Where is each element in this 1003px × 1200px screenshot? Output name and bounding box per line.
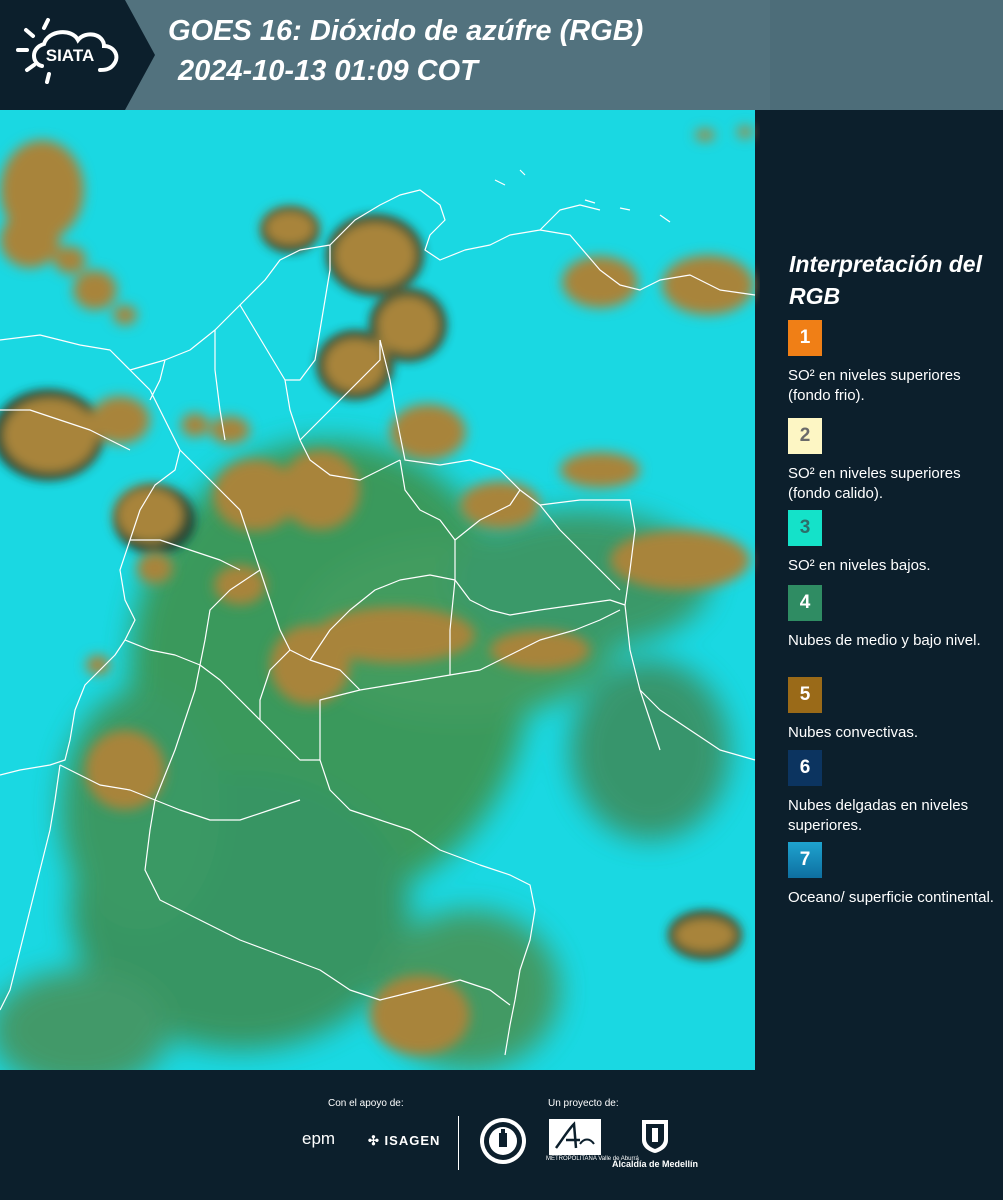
isagen-logo: ✣ ISAGEN <box>368 1133 440 1149</box>
epm-logo: epm <box>302 1129 336 1148</box>
medellin-seal-icon <box>480 1118 526 1164</box>
footer: Con el apoyo de: Un proyecto de: epm ✣ I… <box>0 1070 1003 1200</box>
support-label: Con el apoyo de: <box>328 1098 404 1109</box>
legend-item-7: 7 Oceano/ superficie continental. <box>788 842 998 908</box>
legend-swatch: 4 <box>788 585 822 621</box>
alcaldia-shield-icon <box>642 1120 668 1153</box>
legend-item-2: 2 SO² en niveles superiores (fondo calid… <box>788 418 998 504</box>
isagen-logo-text: ISAGEN <box>384 1133 441 1148</box>
legend-item-6: 6 Nubes delgadas en niveles superiores. <box>788 750 998 836</box>
legend-swatch: 5 <box>788 677 822 713</box>
alcaldia-label: Alcaldía de Medellín <box>612 1159 699 1169</box>
legend-item-text: Nubes de medio y bajo nivel. <box>788 632 981 649</box>
legend-item-text: SO² en niveles bajos. <box>788 557 931 574</box>
legend-item-3: 3 SO² en niveles bajos. <box>788 510 998 576</box>
legend-item-1: 1 SO² en niveles superiores (fondo frio)… <box>788 320 998 406</box>
page-timestamp: 2024-10-13 01:09 COT <box>178 55 478 87</box>
page-title: GOES 16: Dióxido de azúfre (RGB) <box>168 15 644 47</box>
footer-divider <box>458 1116 459 1170</box>
area-metropolitana-logo-icon <box>549 1119 601 1155</box>
legend-item-5: 5 Nubes convectivas. <box>788 677 998 743</box>
legend-swatch: 3 <box>788 510 822 546</box>
header-right-panel <box>770 0 1003 110</box>
legend-item-text: SO² en niveles superiores (fondo calido)… <box>788 465 961 502</box>
legend-item-text: Nubes delgadas en niveles superiores. <box>788 797 969 834</box>
satellite-map <box>0 110 760 1070</box>
legend-swatch: 2 <box>788 418 822 454</box>
isagen-mark-icon: ✣ <box>368 1133 380 1148</box>
legend-item-text: Nubes convectivas. <box>788 724 919 741</box>
legend-swatch: 1 <box>788 320 822 356</box>
siata-logo-text: SIATA <box>46 46 94 65</box>
legend-swatch: 6 <box>788 750 822 786</box>
legend-item-text: Oceano/ superficie continental. <box>788 889 994 906</box>
header-bar: SIATA GOES 16: Dióxido de azúfre (RGB) 2… <box>0 0 1003 110</box>
legend-swatch: 7 <box>788 842 822 878</box>
legend-panel: Interpretación del RGB 1 SO² en niveles … <box>760 110 1003 1070</box>
legend-item-4: 4 Nubes de medio y bajo nivel. <box>788 585 998 651</box>
legend-item-text: SO² en niveles superiores (fondo frio). <box>788 367 961 404</box>
siata-logo: SIATA <box>0 0 160 110</box>
legend-title: Interpretación del RGB <box>789 251 982 309</box>
project-label: Un proyecto de: <box>548 1098 619 1109</box>
